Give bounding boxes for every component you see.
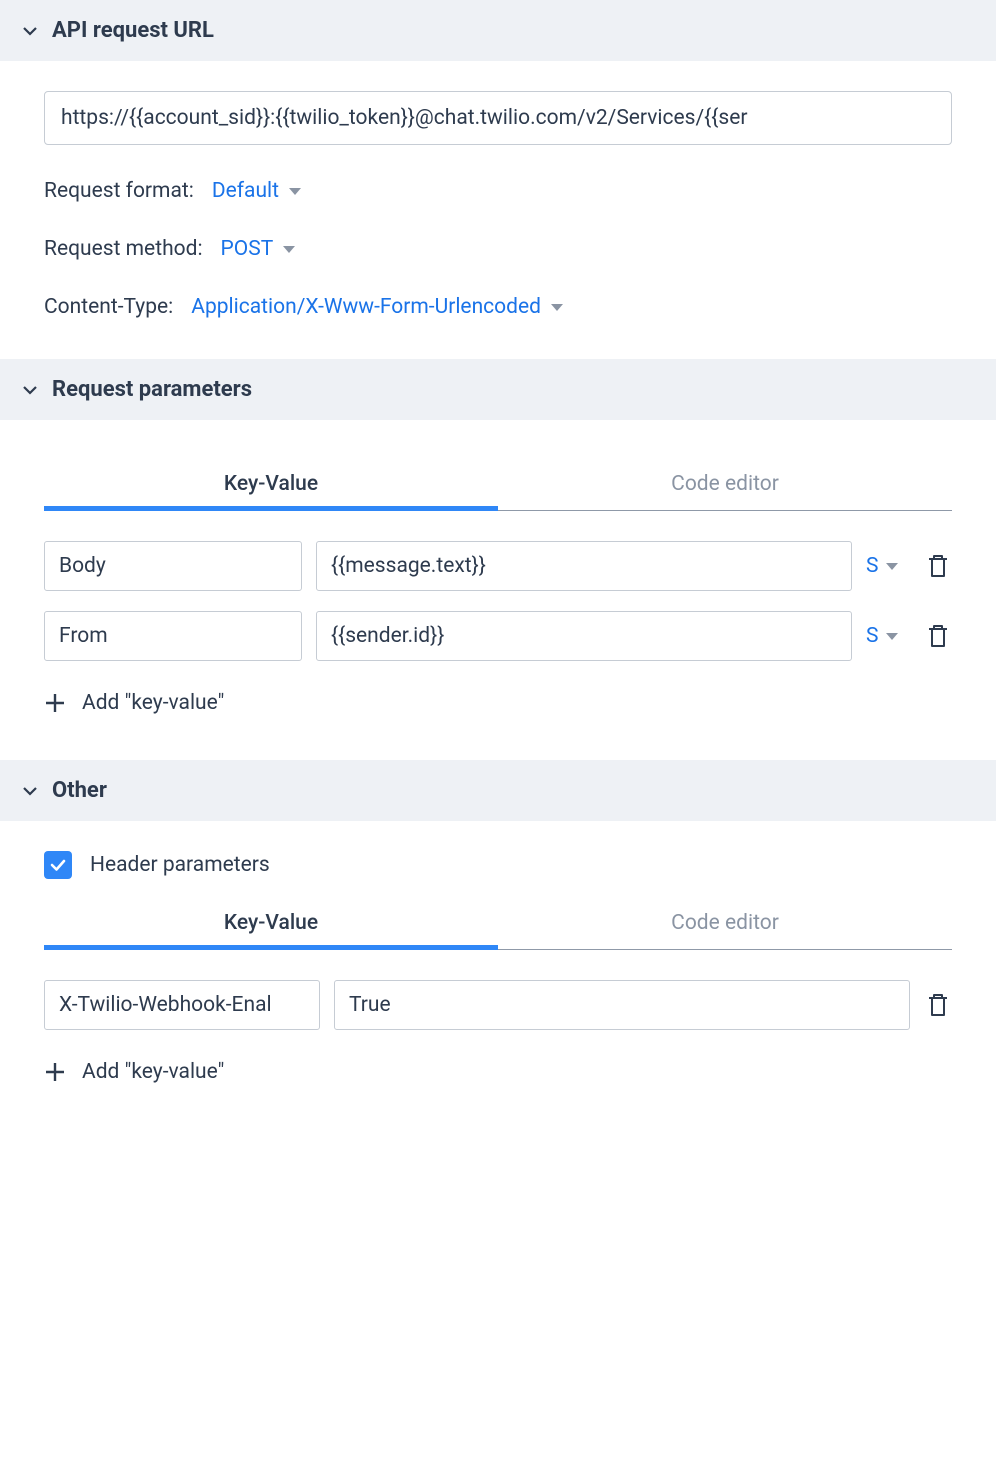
request-format-row: Request format: Default [44,179,952,203]
params-tabs: Key-Value Code editor [44,460,952,511]
param-row: S [44,541,952,591]
section-other-header[interactable]: Other [0,760,996,821]
request-method-row: Request method: POST [44,237,952,261]
trash-icon [926,623,950,649]
delete-row-button[interactable] [924,620,952,652]
header-row [44,980,952,1030]
api-url-input[interactable] [44,91,952,145]
tab-code-editor[interactable]: Code editor [498,899,952,949]
param-type-value: S [866,554,878,578]
add-key-value-button[interactable]: Add "key-value" [44,691,224,715]
delete-row-button[interactable] [924,550,952,582]
tab-key-value[interactable]: Key-Value [44,899,498,949]
add-key-value-button[interactable]: Add "key-value" [44,1060,224,1084]
header-params-row: Header parameters [44,851,952,879]
content-type-select[interactable]: Application/X-Www-Form-Urlencoded [191,295,563,319]
section-request-params-body: Key-Value Code editor S S [0,420,996,760]
content-type-value: Application/X-Www-Form-Urlencoded [191,295,541,319]
plus-icon [44,692,66,714]
section-other-body: Header parameters Key-Value Code editor … [0,821,996,1129]
tab-key-value[interactable]: Key-Value [44,460,498,510]
header-key-input[interactable] [44,980,320,1030]
trash-icon [926,992,950,1018]
tab-code-editor[interactable]: Code editor [498,460,952,510]
caret-down-icon [551,304,563,311]
param-value-input[interactable] [316,541,852,591]
chevron-down-icon [22,382,38,398]
caret-down-icon [289,188,301,195]
param-type-select[interactable]: S [866,554,910,578]
param-key-input[interactable] [44,611,302,661]
delete-row-button[interactable] [924,989,952,1021]
request-format-label: Request format: [44,179,194,203]
caret-down-icon [886,563,898,570]
caret-down-icon [886,633,898,640]
request-method-value: POST [221,237,274,261]
param-key-input[interactable] [44,541,302,591]
header-value-input[interactable] [334,980,910,1030]
param-type-select[interactable]: S [866,624,910,648]
content-type-label: Content-Type: [44,295,173,319]
content-type-row: Content-Type: Application/X-Www-Form-Url… [44,295,952,319]
request-format-select[interactable]: Default [212,179,301,203]
chevron-down-icon [22,23,38,39]
header-tabs: Key-Value Code editor [44,899,952,950]
section-request-params-header[interactable]: Request parameters [0,359,996,420]
param-row: S [44,611,952,661]
request-format-value: Default [212,179,279,203]
chevron-down-icon [22,783,38,799]
section-api-url-body: Request format: Default Request method: … [0,61,996,359]
param-type-value: S [866,624,878,648]
add-key-value-label: Add "key-value" [82,691,224,715]
add-key-value-label: Add "key-value" [82,1060,224,1084]
section-title: Request parameters [52,377,252,402]
section-title: Other [52,778,107,803]
param-value-input[interactable] [316,611,852,661]
header-params-label: Header parameters [90,853,270,877]
request-method-select[interactable]: POST [221,237,296,261]
request-method-label: Request method: [44,237,203,261]
check-icon [49,856,67,874]
plus-icon [44,1061,66,1083]
header-params-checkbox[interactable] [44,851,72,879]
trash-icon [926,553,950,579]
caret-down-icon [283,246,295,253]
section-title: API request URL [52,18,214,43]
section-api-url-header[interactable]: API request URL [0,0,996,61]
